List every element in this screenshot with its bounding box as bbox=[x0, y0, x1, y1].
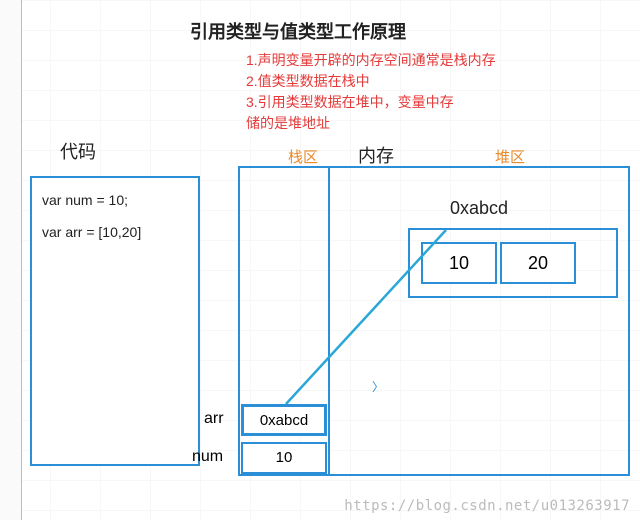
code-box: var num = 10; var arr = [10,20] bbox=[30, 176, 200, 466]
notes-block: 1.声明变量开辟的内存空间通常是栈内存 2.值类型数据在栈中 3.引用类型数据在… bbox=[246, 50, 496, 134]
page-title: 引用类型与值类型工作原理 bbox=[190, 18, 406, 44]
code-section-label: 代码 bbox=[60, 138, 96, 164]
code-line-1: var num = 10; bbox=[42, 192, 188, 208]
stack-arr-label: arr bbox=[204, 410, 224, 428]
memory-section-label: 内存 bbox=[358, 142, 394, 168]
stack-arr-cell: 0xabcd bbox=[241, 404, 327, 436]
code-line-2: var arr = [10,20] bbox=[42, 224, 188, 240]
stack-section-label: 栈区 bbox=[288, 146, 318, 167]
note-line-4: 储的是堆地址 bbox=[246, 113, 496, 134]
note-line-1: 1.声明变量开辟的内存空间通常是栈内存 bbox=[246, 50, 496, 71]
heap-cell-1: 20 bbox=[500, 242, 576, 284]
heap-cell-0: 10 bbox=[421, 242, 497, 284]
stack-num-cell: 10 bbox=[241, 442, 327, 474]
heap-address-label: 0xabcd bbox=[450, 198, 508, 219]
note-line-3: 3.引用类型数据在堆中，变量中存 bbox=[246, 92, 496, 113]
diagram-content: 引用类型与值类型工作原理 1.声明变量开辟的内存空间通常是栈内存 2.值类型数据… bbox=[0, 0, 640, 520]
watermark: https://blog.csdn.net/u013263917 bbox=[344, 498, 630, 514]
note-line-2: 2.值类型数据在栈中 bbox=[246, 71, 496, 92]
arrow-mark-icon: 〉 bbox=[372, 378, 384, 395]
heap-section-label: 堆区 bbox=[495, 146, 525, 167]
stack-num-label: num bbox=[192, 448, 223, 466]
